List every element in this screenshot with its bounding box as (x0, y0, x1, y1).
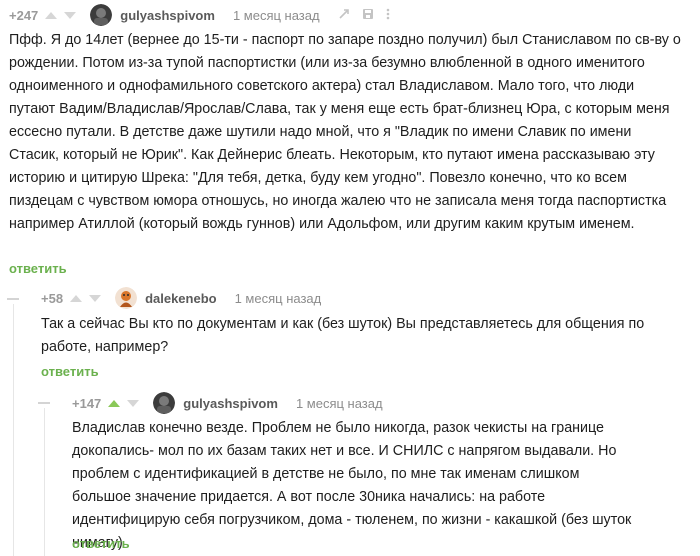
thread-line[interactable] (44, 408, 45, 556)
comment-rating: +58 (41, 290, 64, 306)
upvote-icon[interactable] (70, 294, 83, 302)
comment-text: Владислав конечно везде. Проблем не было… (72, 420, 632, 551)
save-icon[interactable] (362, 8, 374, 22)
comment-header: +58 dalekenebo 1 месяц назад (41, 286, 321, 310)
upvote-icon[interactable] (108, 399, 121, 407)
downvote-icon[interactable] (127, 399, 140, 407)
reply-link[interactable]: ответить (72, 536, 130, 551)
comment-rating: +147 (72, 395, 102, 411)
author-name[interactable]: dalekenebo (145, 291, 217, 306)
comment-time[interactable]: 1 месяц назад (235, 291, 322, 306)
comment-text: Пфф. Я до 14лет (вернее до 15-ти - паспо… (9, 32, 681, 232)
reply-link[interactable]: ответить (41, 364, 99, 379)
upvote-icon[interactable] (45, 11, 58, 19)
comment-rating: +247 (9, 7, 39, 23)
downvote-icon[interactable] (64, 11, 77, 19)
author-name[interactable]: gulyashspivom (120, 8, 215, 23)
thread-line[interactable] (13, 304, 14, 556)
collapse-icon[interactable] (7, 298, 19, 300)
avatar[interactable] (153, 392, 176, 414)
comment-header: +147 gulyashspivom 1 месяц назад (72, 391, 383, 415)
link-icon[interactable] (338, 8, 350, 22)
author-name[interactable]: gulyashspivom (183, 396, 278, 411)
avatar[interactable] (90, 4, 113, 26)
comment-time[interactable]: 1 месяц назад (296, 396, 383, 411)
comment-time[interactable]: 1 месяц назад (233, 8, 320, 23)
comment-header: +247 gulyashspivom 1 месяц назад (9, 3, 390, 27)
comment-text: Так а сейчас Вы кто по документам и как … (41, 316, 645, 355)
reply-link[interactable]: ответить (9, 261, 67, 276)
avatar[interactable] (115, 287, 138, 309)
more-icon[interactable] (386, 8, 390, 22)
collapse-icon[interactable] (38, 402, 50, 404)
downvote-icon[interactable] (89, 294, 102, 302)
